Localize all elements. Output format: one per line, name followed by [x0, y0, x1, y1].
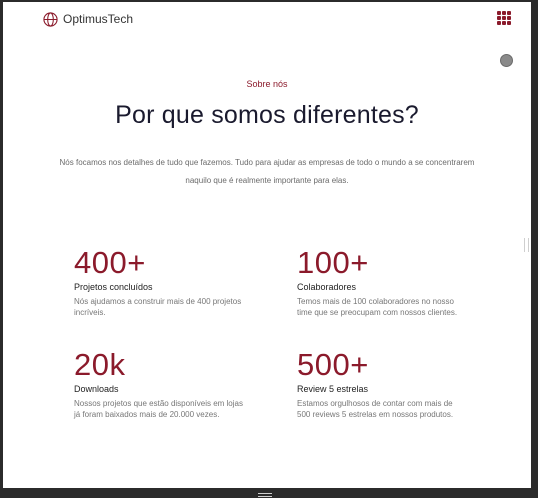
stat-block: 500+ Review 5 estrelas Estamos orgulhoso… [297, 349, 467, 420]
site-header: OptimusTech [3, 2, 531, 38]
section-eyebrow: Sobre nós [246, 79, 288, 89]
floating-circle-button[interactable] [500, 54, 513, 67]
stat-label: Projetos concluídos [74, 282, 153, 292]
grid-menu-icon[interactable] [497, 11, 511, 25]
globe-icon [43, 12, 58, 27]
intro-paragraph: Nós focamos nos detalhes de tudo que faz… [59, 158, 475, 185]
brand-name: OptimusTech [63, 12, 134, 26]
stat-block: 100+ Colaboradores Temos mais de 100 col… [297, 247, 467, 318]
stat-description: Temos mais de 100 colaboradores no nosso… [297, 297, 458, 317]
stat-description: Nossos projetos que estão disponíveis em… [74, 399, 243, 419]
page-title: Por que somos diferentes? [115, 101, 419, 129]
stat-block: 400+ Projetos concluídos Nós ajudamos a … [74, 247, 244, 318]
stat-value: 100+ [297, 245, 369, 280]
stat-label: Colaboradores [297, 282, 357, 292]
stat-value: 400+ [74, 245, 146, 280]
stat-label: Downloads [74, 384, 119, 394]
page-viewport: OptimusTech Sobre nós Por que somos dife… [3, 2, 531, 488]
stat-block: 20k Downloads Nossos projetos que estão … [74, 349, 244, 420]
stat-description: Estamos orgulhosos de contar com mais de… [297, 399, 454, 419]
stat-label: Review 5 estrelas [297, 384, 369, 394]
resize-handle-right[interactable] [524, 238, 529, 252]
resize-handle-bottom[interactable] [258, 493, 272, 497]
brand-logo[interactable]: OptimusTech [43, 12, 133, 27]
stat-value: 20k [74, 347, 126, 382]
stat-value: 500+ [297, 347, 369, 382]
stat-description: Nós ajudamos a construir mais de 400 pro… [74, 297, 242, 317]
